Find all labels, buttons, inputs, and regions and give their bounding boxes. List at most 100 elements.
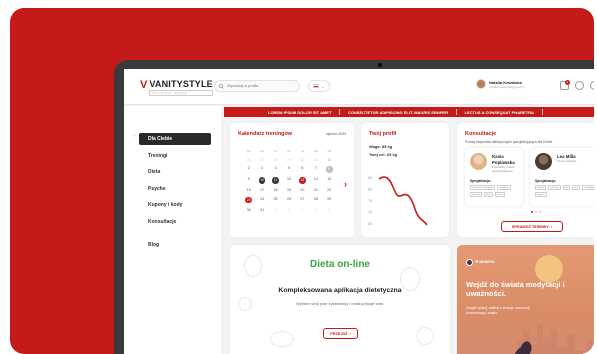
calendar-day[interactable]: 31 — [255, 208, 268, 212]
calendar-day[interactable]: 14 — [309, 177, 322, 184]
search-input[interactable] — [227, 84, 297, 88]
expert-card[interactable]: Lea Milla Trener osobisty Specjalizacja:… — [530, 148, 594, 206]
calendar-day[interactable]: 20 — [296, 188, 309, 192]
calendar-day[interactable]: 29 — [323, 197, 336, 204]
calendar-day[interactable]: 10 — [255, 177, 268, 184]
chevron-right-icon[interactable]: › — [344, 179, 347, 189]
calendar-day[interactable]: 17 — [255, 188, 268, 192]
calendar-day[interactable]: 27 — [296, 197, 309, 204]
ticker-divider — [541, 109, 543, 115]
y-tick-label: 80 — [368, 188, 372, 192]
calendar-day[interactable]: 5 — [282, 166, 295, 173]
carousel-dot[interactable] — [535, 211, 537, 213]
calendar-day[interactable]: 16 — [242, 188, 255, 192]
calendar-day[interactable]: 25 — [269, 197, 282, 204]
calendar-day[interactable]: 23 — [242, 196, 255, 203]
expert-role: Psycholog, coach, psychoterapeuta — [492, 165, 515, 173]
meditation-title: Wejdź do świata medytacji i uważności. — [466, 280, 565, 298]
consult-card: Konsultacje Poznaj ekspertów dietetyczny… — [457, 123, 594, 237]
weekday-label: pn — [247, 149, 251, 153]
expert-name: Kasia Popławska — [492, 154, 515, 165]
calendar-day[interactable]: 5 — [323, 208, 336, 212]
expert-spec-label: Specjalizacja: — [470, 179, 491, 183]
user-menu[interactable]: Natalia Kowalska natalia.kowalska@gmail.… — [476, 79, 524, 89]
calendar-day[interactable]: 12 — [282, 177, 295, 184]
sidebar-nav: Dla Ciebie Treningi Dieta Psyche Kupony … — [139, 133, 211, 255]
carousel-dot[interactable] — [531, 211, 533, 213]
brand-logo[interactable]: V VANITYSTYLE STYL ŻYCIA · ACTIVE — [140, 80, 213, 96]
top-bar: V VANITYSTYLE STYL ŻYCIA · ACTIVE ⌄ — [124, 69, 594, 105]
expert-tag: depresja — [470, 192, 482, 197]
meditation-card[interactable]: ॐ MINDFUL Wejdź do świata medytacji i uw… — [457, 245, 594, 354]
calendar-day[interactable]: 11 — [269, 177, 282, 184]
sidebar-item-dieta[interactable]: Dieta — [139, 166, 211, 178]
calendar-day[interactable]: 19 — [282, 188, 295, 192]
logo-mark-icon: V — [140, 79, 148, 91]
ticker-item[interactable]: LECTUS A CONSEQUAT PHARETRA — [465, 110, 534, 115]
calendar-day[interactable]: 4 — [269, 166, 282, 173]
calendar-day[interactable]: 1 — [323, 158, 336, 162]
calendar-day[interactable]: 28 — [309, 197, 322, 204]
app-screen: V VANITYSTYLE STYL ŻYCIA · ACTIVE ⌄ — [124, 69, 594, 354]
sidebar-item-dla-ciebie[interactable]: Dla Ciebie — [139, 133, 211, 145]
language-select[interactable]: ⌄ — [308, 80, 330, 92]
ticker-item[interactable]: LOREM IPSUM DOLOR SIT AMET — [268, 110, 331, 115]
calendar-day[interactable]: 6 — [296, 166, 309, 173]
weekday-label: pt — [301, 149, 304, 153]
carousel-dots — [531, 211, 541, 213]
sidebar-item-konsultacje[interactable]: Konsultacje — [139, 216, 211, 228]
calendar-day[interactable]: 3 — [296, 208, 309, 212]
calendar-day[interactable]: 22 — [323, 188, 336, 192]
goal-weight: Twój cel: 65 kg — [369, 151, 398, 157]
diet-subtitle: Wybierz swój plan żywieniowy i realizuj … — [296, 301, 384, 306]
calendar-day[interactable]: 21 — [309, 188, 322, 192]
sidebar: ‹ Dla Ciebie Treningi Dieta Psyche Kupon… — [124, 106, 221, 354]
calendar-day[interactable]: 31 — [309, 158, 322, 162]
user-name: Natalia Kowalska — [489, 79, 522, 85]
bag-icon[interactable]: 2 — [560, 80, 570, 90]
calendar-day[interactable]: 30 — [242, 208, 255, 212]
gear-icon[interactable] — [575, 81, 584, 90]
calendar-day[interactable]: 13 — [296, 177, 309, 184]
calendar-day[interactable]: 8 — [323, 166, 336, 173]
sidebar-item-blog[interactable]: Blog — [139, 239, 211, 251]
calendar-day[interactable]: 26 — [242, 158, 255, 162]
sidebar-item-kupony[interactable]: Kupony i kody — [139, 199, 211, 211]
y-tick-label: 70 — [368, 211, 372, 215]
calendar-day[interactable]: 28 — [269, 158, 282, 162]
search-box[interactable] — [214, 80, 300, 92]
calendar-day[interactable]: 24 — [255, 197, 268, 204]
check-dates-button[interactable]: SPRAWDŹ TERMINY › — [501, 221, 563, 232]
ticker-item[interactable]: CONSECTETUR ADIPISCING ELIT. MAURIS SEMP… — [348, 110, 448, 115]
profile-card: Twój profil Waga: 85 kg Twój cel: 65 kg … — [361, 123, 449, 237]
calendar-day[interactable]: 2 — [282, 208, 295, 212]
expert-spec-label: Specjalizacja: — [535, 179, 556, 183]
chevron-left-icon[interactable]: ‹ — [134, 133, 135, 138]
calendar-day[interactable]: 9 — [242, 177, 255, 184]
calendar-day[interactable]: 26 — [282, 197, 295, 204]
power-icon[interactable] — [590, 81, 594, 90]
weekday-label: śr — [274, 149, 277, 153]
calendar-day[interactable]: 3 — [255, 166, 268, 173]
sidebar-item-psyche[interactable]: Psyche — [139, 183, 211, 195]
expert-tags: zdrowie nadwaga siła dieta rehabilitacja… — [535, 185, 594, 197]
calendar-day[interactable]: 4 — [309, 208, 322, 212]
calendar-day[interactable]: 30 — [296, 158, 309, 162]
weight-trend-line — [378, 176, 428, 226]
calendar-day[interactable]: 15 — [323, 177, 336, 184]
expert-tag: nadwaga — [548, 185, 561, 190]
go-to-diet-button[interactable]: PRZEJDŹ › — [323, 328, 358, 339]
calendar-day[interactable]: 1 — [269, 208, 282, 212]
calendar-day[interactable]: 7 — [309, 166, 322, 173]
calendar-month[interactable]: styczeń 2023 — [326, 132, 346, 136]
calendar-day[interactable]: 2 — [242, 166, 255, 173]
expert-card[interactable]: Kasia Popławska Psycholog, coach, psychot… — [465, 148, 523, 206]
calendar-day[interactable]: 29 — [282, 158, 295, 162]
calendar-day-marker: 11 — [272, 177, 279, 184]
calendar-day[interactable]: 27 — [255, 158, 268, 162]
weight-chart: 85 80 75 70 65 — [368, 176, 428, 226]
expert-tag: stres — [483, 192, 493, 197]
carousel-dot[interactable] — [539, 211, 541, 213]
calendar-day[interactable]: 18 — [269, 188, 282, 192]
sidebar-item-treningi[interactable]: Treningi — [139, 150, 211, 162]
